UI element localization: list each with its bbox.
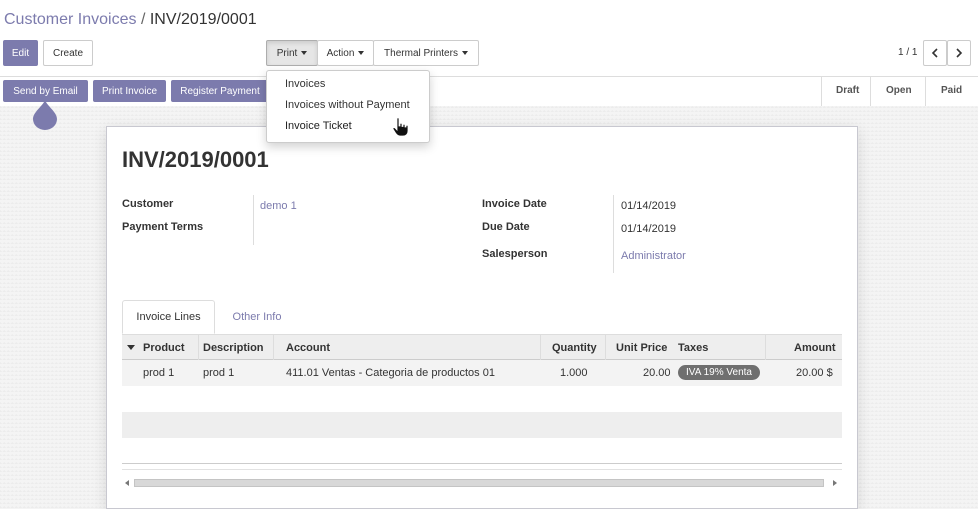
cell-unit-price: 20.00 bbox=[643, 367, 671, 379]
column-amount[interactable]: Amount bbox=[794, 342, 836, 354]
tab-other-info[interactable]: Other Info bbox=[219, 300, 295, 334]
horizontal-scrollbar[interactable] bbox=[122, 473, 842, 493]
pager-previous-button[interactable] bbox=[923, 40, 947, 66]
breadcrumb-separator: / bbox=[140, 11, 146, 28]
column-description[interactable]: Description bbox=[203, 342, 264, 354]
customer-label: Customer bbox=[122, 198, 174, 210]
stage-divider bbox=[870, 77, 871, 106]
salesperson-label: Salesperson bbox=[482, 248, 548, 260]
menu-item-invoices-without-payment[interactable]: Invoices without Payment bbox=[285, 99, 410, 111]
customer-link[interactable]: demo 1 bbox=[260, 200, 297, 212]
control-panel: Customer Invoices / INV/2019/0001 Edit C… bbox=[0, 0, 978, 106]
invoice-form-sheet: INV/2019/0001 Customer demo 1 Payment Te… bbox=[106, 126, 858, 509]
chevron-left-icon bbox=[931, 48, 938, 58]
caret-down-icon bbox=[461, 51, 468, 55]
create-button[interactable]: Create bbox=[43, 40, 93, 66]
breadcrumb: Customer Invoices / INV/2019/0001 bbox=[4, 11, 257, 29]
tooltip-drop-icon bbox=[33, 100, 57, 130]
tax-badge: IVA 19% Venta bbox=[678, 365, 760, 380]
print-invoice-button[interactable]: Print Invoice bbox=[93, 80, 166, 102]
thermal-printers-dropdown-button[interactable]: Thermal Printers bbox=[373, 40, 479, 66]
pager-value[interactable]: 1 / 1 bbox=[898, 47, 917, 58]
cell-account: 411.01 Ventas - Categoria de productos 0… bbox=[286, 367, 495, 379]
notebook-tabs: Invoice Lines Other Info bbox=[122, 300, 842, 334]
column-divider bbox=[765, 335, 766, 360]
print-dropdown-button[interactable]: Print bbox=[266, 40, 318, 66]
chevron-right-icon bbox=[956, 48, 963, 58]
table-row[interactable]: prod 1 prod 1 411.01 Ventas - Categoria … bbox=[122, 360, 842, 386]
cell-product: prod 1 bbox=[143, 367, 175, 379]
hand-cursor-icon bbox=[392, 117, 409, 137]
register-payment-button[interactable]: Register Payment bbox=[171, 80, 269, 102]
cell-amount: 20.00 $ bbox=[796, 367, 833, 379]
action-dropdown-button[interactable]: Action bbox=[317, 40, 374, 66]
thermal-printers-button-label: Thermal Printers bbox=[384, 47, 458, 59]
table-footer-line bbox=[122, 463, 842, 464]
stage-draft[interactable]: Draft bbox=[836, 85, 859, 96]
scroll-right-arrow-icon[interactable] bbox=[833, 480, 837, 486]
column-quantity[interactable]: Quantity bbox=[552, 342, 597, 354]
field-divider bbox=[253, 195, 254, 245]
column-unit-price[interactable]: Unit Price bbox=[616, 342, 667, 354]
caret-down-icon bbox=[301, 51, 308, 55]
field-divider bbox=[613, 195, 614, 273]
invoice-date-label: Invoice Date bbox=[482, 198, 547, 210]
scrollbar-thumb[interactable] bbox=[134, 479, 824, 487]
invoice-lines-header: Product Description Account Quantity Uni… bbox=[122, 334, 842, 360]
scroll-left-arrow-icon[interactable] bbox=[125, 480, 129, 486]
statusbar: Send by Email Print Invoice Register Pay… bbox=[0, 76, 978, 106]
action-button-label: Action bbox=[326, 47, 355, 59]
print-button-label: Print bbox=[276, 47, 298, 59]
edit-button[interactable]: Edit bbox=[3, 40, 38, 66]
column-divider bbox=[198, 335, 199, 360]
column-divider bbox=[273, 335, 274, 360]
send-by-email-button[interactable]: Send by Email bbox=[3, 80, 88, 102]
pager-next-button[interactable] bbox=[947, 40, 971, 66]
sort-caret-icon[interactable] bbox=[127, 345, 135, 350]
tab-invoice-lines[interactable]: Invoice Lines bbox=[122, 300, 215, 334]
breadcrumb-current: INV/2019/0001 bbox=[149, 11, 257, 28]
cell-quantity: 1.000 bbox=[560, 367, 588, 379]
menu-item-invoices[interactable]: Invoices bbox=[285, 78, 325, 90]
caret-down-icon bbox=[358, 51, 365, 55]
payment-terms-label: Payment Terms bbox=[122, 221, 204, 233]
due-date-label: Due Date bbox=[482, 221, 530, 233]
stage-divider bbox=[925, 77, 926, 106]
column-product[interactable]: Product bbox=[143, 342, 185, 354]
invoice-date-value[interactable]: 01/14/2019 bbox=[621, 200, 676, 212]
due-date-value[interactable]: 01/14/2019 bbox=[621, 223, 676, 235]
stage-paid[interactable]: Paid bbox=[941, 85, 962, 96]
cell-description: prod 1 bbox=[203, 367, 235, 379]
breadcrumb-parent-link[interactable]: Customer Invoices bbox=[4, 11, 137, 28]
column-divider bbox=[605, 335, 606, 360]
table-footer-line bbox=[122, 469, 842, 470]
column-account[interactable]: Account bbox=[286, 342, 330, 354]
salesperson-link[interactable]: Administrator bbox=[621, 250, 686, 262]
stage-divider bbox=[821, 77, 822, 106]
stage-open[interactable]: Open bbox=[886, 85, 912, 96]
invoice-number-title: INV/2019/0001 bbox=[122, 147, 269, 172]
menu-item-invoice-ticket[interactable]: Invoice Ticket bbox=[285, 120, 352, 132]
column-divider bbox=[540, 335, 541, 360]
empty-table-row bbox=[122, 412, 842, 438]
column-taxes[interactable]: Taxes bbox=[678, 342, 708, 354]
